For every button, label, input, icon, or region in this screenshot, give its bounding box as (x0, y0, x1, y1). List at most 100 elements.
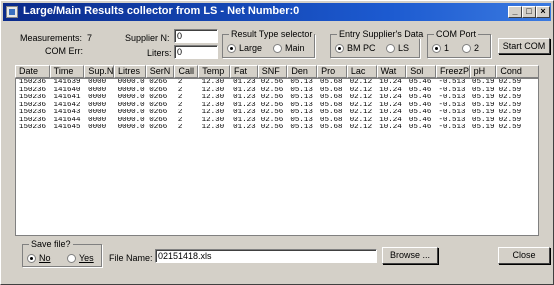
column-header[interactable]: Fat (229, 65, 258, 78)
maximize-button[interactable]: □ (522, 6, 536, 18)
table-cell: 150236 (19, 94, 47, 101)
table-cell: 02.12 (349, 79, 373, 86)
table-cell: 2 (177, 79, 183, 86)
table-cell: 05.46 (408, 109, 432, 116)
table-cell: 01.23 (233, 116, 256, 124)
column-header[interactable]: Temp (198, 65, 230, 78)
table-cell: 05.13 (290, 101, 313, 109)
column-header[interactable]: Den (287, 65, 318, 78)
radio-large[interactable]: Large (227, 43, 262, 53)
table-row[interactable]: 150236 141645 0000 0000.0 0266 2 12.30 01.23 02.… (16, 124, 538, 132)
table-row[interactable]: 150236 141641 0000 0000.0 0266 2 12.30 01.23 02.… (16, 94, 538, 102)
column-header[interactable]: SerN (145, 65, 175, 78)
radio-ls-label: LS (398, 43, 410, 53)
table-cell: 10.24 (379, 116, 402, 124)
table-cell: 0000.0 (117, 124, 145, 131)
table-cell: 05.46 (408, 86, 432, 94)
table-cell: 02.12 (349, 94, 373, 101)
column-header[interactable]: Wat (376, 65, 407, 78)
table-cell: 05.68 (320, 116, 343, 124)
liters-input[interactable]: 0 (174, 45, 218, 59)
column-header[interactable]: Sol (406, 65, 436, 78)
table-row[interactable]: 150236 141643 0000 0000.0 0266 2 12.30 01.23 02.… (16, 109, 538, 117)
com-port-title: COM Port (434, 29, 479, 39)
file-name-input[interactable]: 02151418.xls (155, 249, 377, 263)
column-header[interactable]: pH (469, 65, 497, 78)
table-cell: 02.59 (498, 101, 522, 109)
radio-ls[interactable]: LS (386, 43, 409, 53)
main-window: Large/Main Results collector from LS - N… (0, 0, 554, 285)
table-cell: 05.68 (320, 79, 343, 86)
table-cell: 141644 (53, 116, 81, 124)
table-cell: 0000 (88, 101, 107, 109)
window-title: Large/Main Results collector from LS - N… (23, 5, 300, 17)
table-cell: 05.68 (320, 109, 343, 116)
radio-dot-icon (273, 43, 282, 53)
table-cell: 12.30 (201, 79, 225, 86)
close-window-button[interactable]: × (536, 6, 550, 18)
table-cell: 02.56 (260, 116, 284, 124)
minimize-button[interactable]: _ (508, 6, 522, 18)
table-cell: 05.19 (471, 79, 495, 86)
table-row[interactable]: 150236 141644 0000 0000.0 0266 2 12.30 01.23 02.… (16, 117, 538, 125)
table-cell: 05.68 (320, 124, 343, 131)
table-cell: 2 (177, 116, 183, 124)
radio-save-no[interactable]: No (27, 253, 51, 263)
table-cell: 150236 (19, 101, 47, 109)
radio-main[interactable]: Main (273, 43, 305, 53)
table-cell: 0000 (88, 94, 107, 101)
table-cell: 02.56 (260, 79, 284, 86)
table-cell: 12.30 (201, 109, 225, 116)
column-header[interactable]: Sup.N: (84, 65, 115, 78)
column-header[interactable]: Date (15, 65, 50, 78)
table-cell: 02.59 (498, 116, 522, 124)
radio-dot-icon (227, 43, 236, 53)
column-header[interactable]: Call (174, 65, 199, 78)
radio-save-yes[interactable]: Yes (67, 253, 94, 263)
table-cell: 2 (177, 86, 183, 94)
table-cell: 05.13 (290, 109, 313, 116)
radio-com-2-label: 2 (474, 43, 480, 53)
column-header[interactable]: Lac (346, 65, 377, 78)
result-type-title: Result Type selector (229, 29, 315, 39)
table-cell: 150236 (19, 79, 47, 86)
table-row[interactable]: 150236 141640 0000 0000.0 0266 2 12.30 01.23 02.… (16, 87, 538, 95)
results-list[interactable]: 150236 141639 0000 0000.0 0266 2 12.30 01.23 02.… (15, 78, 539, 236)
table-header: Date Time Sup.N: Litres SerN Call Temp Fat SNF De… (15, 65, 539, 78)
column-header[interactable]: FreezP (436, 65, 470, 78)
supplier-input[interactable]: 0 (174, 29, 218, 43)
save-file-group: Save file? No Yes (22, 239, 102, 267)
table-cell: 0000 (88, 79, 107, 86)
column-header[interactable]: Pro (317, 65, 347, 78)
column-header[interactable]: Time (49, 65, 85, 78)
radio-large-label: Large (239, 43, 263, 53)
table-cell: 02.12 (349, 109, 373, 116)
table-cell: 2 (177, 101, 183, 109)
table-cell: 0000.0 (117, 101, 145, 109)
radio-com-1[interactable]: 1 (432, 43, 449, 53)
table-row[interactable]: 150236 141639 0000 0000.0 0266 2 12.30 01.23 02.… (16, 79, 538, 87)
column-header[interactable]: Cond (496, 65, 539, 78)
title-bar[interactable]: Large/Main Results collector from LS - N… (3, 3, 551, 21)
table-cell: 12.30 (201, 101, 225, 109)
table-cell: 05.46 (408, 79, 432, 86)
table-cell: 0000.0 (117, 116, 145, 124)
browse-button[interactable]: Browse ... (382, 247, 438, 264)
table-cell: 05.46 (408, 94, 432, 101)
table-cell: 05.19 (471, 109, 495, 116)
table-row[interactable]: 150236 141642 0000 0000.0 0266 2 12.30 01.23 02.… (16, 102, 538, 110)
radio-com-2[interactable]: 2 (462, 43, 479, 53)
com-err-label: COM Err: (45, 46, 83, 56)
start-com-button[interactable]: Start COM (498, 38, 550, 54)
radio-bm-pc[interactable]: BM PC (335, 43, 376, 53)
column-header[interactable]: Litres (114, 65, 146, 78)
table-cell: 150236 (19, 86, 47, 94)
supplier-label: Supplier N: (125, 33, 170, 43)
table-cell: 0266 (149, 116, 168, 124)
close-button[interactable]: Close (498, 247, 550, 264)
table-cell: 05.19 (471, 116, 495, 124)
table-cell: 05.13 (290, 86, 313, 94)
table-cell: -0.513 (438, 109, 466, 116)
entry-supplier-title: Entry Supplier's Data (337, 29, 426, 39)
column-header[interactable]: SNF (257, 65, 288, 78)
